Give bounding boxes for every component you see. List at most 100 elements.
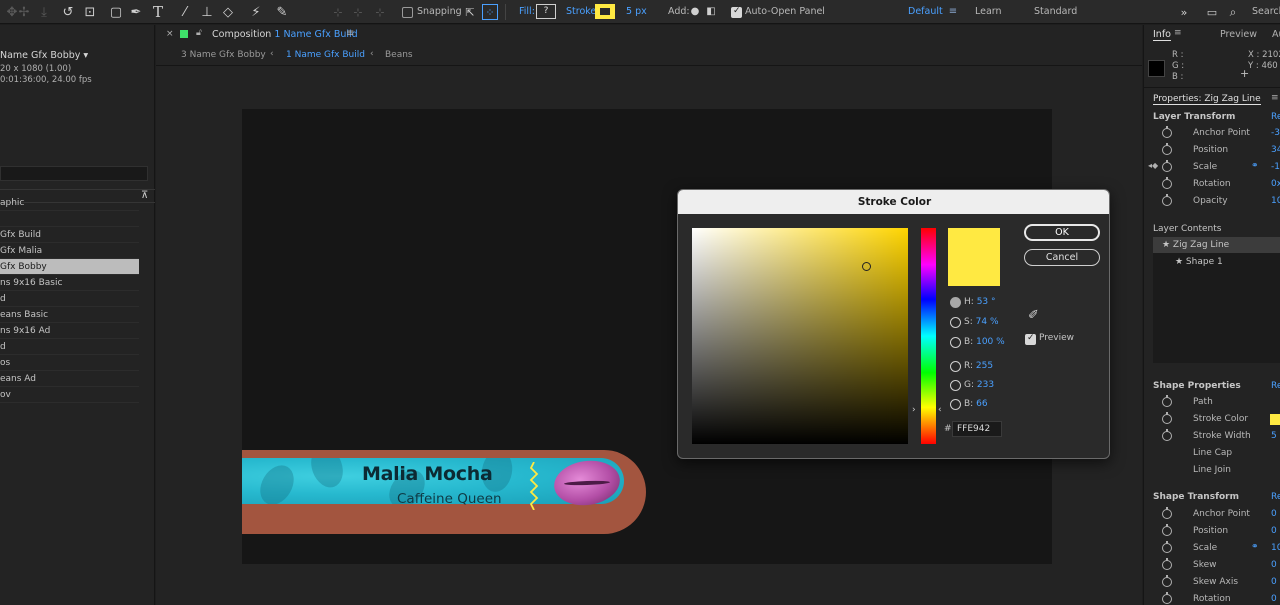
project-item[interactable]: ns 9x16 Basic [0, 275, 139, 291]
pen-tool-icon[interactable]: ✒ [128, 4, 144, 20]
stopwatch-icon[interactable] [1162, 592, 1172, 604]
property-row[interactable]: Opacity 10 [1144, 194, 1280, 211]
property-value[interactable]: -1 [1271, 162, 1280, 172]
stopwatch-icon[interactable] [1162, 575, 1172, 587]
property-value[interactable]: 0x [1271, 179, 1280, 189]
project-item[interactable]: Gfx Malia [0, 243, 139, 259]
close-tab-icon[interactable]: × [166, 29, 174, 39]
saturation-radio[interactable] [950, 317, 961, 328]
fill-label[interactable]: Fill: [519, 6, 535, 17]
property-row[interactable]: Stroke Width 5 [1144, 429, 1280, 446]
color-picker-cursor[interactable] [862, 262, 871, 271]
tab-info[interactable]: Info [1153, 29, 1171, 41]
project-item[interactable]: aphic [0, 195, 139, 211]
saturation-brightness-field[interactable] [692, 228, 908, 444]
eraser-tool-icon[interactable]: ◇ [220, 4, 236, 20]
tab-audio[interactable]: Au [1272, 29, 1280, 40]
property-row[interactable]: Rotation 0 [1144, 592, 1280, 605]
pan-behind-tool-icon[interactable]: ⊡ [82, 4, 98, 20]
property-row[interactable]: Position 34 [1144, 143, 1280, 160]
property-row[interactable]: Scale 10 ⚭ [1144, 541, 1280, 558]
stopwatch-icon[interactable] [1162, 541, 1172, 553]
axis-world-icon[interactable]: ⊹ [350, 4, 366, 20]
property-value[interactable]: 10 [1271, 543, 1280, 553]
stopwatch-icon[interactable] [1162, 412, 1172, 424]
project-item[interactable]: Gfx Build [0, 227, 139, 243]
stroke-swatch[interactable] [595, 4, 615, 19]
preview-checkbox[interactable] [1025, 333, 1036, 345]
property-value[interactable]: 0 [1271, 577, 1277, 587]
property-value[interactable]: 5 [1271, 431, 1277, 441]
workspace-learn[interactable]: Learn [975, 6, 1002, 17]
constrain-proportions-icon[interactable]: ⚭ [1251, 161, 1259, 171]
layer-transform-heading[interactable]: Layer Transform [1153, 112, 1235, 122]
stopwatch-icon[interactable] [1162, 395, 1172, 407]
project-search-input[interactable] [0, 166, 148, 181]
axis-view-icon[interactable]: ⊹ [372, 4, 388, 20]
clone-stamp-tool-icon[interactable]: ⊥ [199, 4, 215, 20]
add-property-icon[interactable]: ◧ [703, 4, 719, 20]
brush-tool-icon[interactable]: ⁄ [177, 4, 193, 20]
properties-menu-icon[interactable]: ≡ [1271, 93, 1279, 103]
stopwatch-icon[interactable] [1162, 126, 1172, 138]
ok-button[interactable]: OK [1024, 224, 1100, 241]
stroke-color-swatch[interactable] [1270, 414, 1280, 425]
contents-item-shape-1[interactable]: ★ Shape 1 [1153, 254, 1280, 270]
workspace-menu-icon[interactable]: ≡ [945, 4, 961, 20]
stopwatch-icon[interactable] [1162, 194, 1172, 206]
property-row[interactable]: Anchor Point -3 [1144, 126, 1280, 143]
brightness-radio[interactable] [950, 337, 961, 348]
contents-item-zig-zag-line[interactable]: ★ Zig Zag Line [1153, 237, 1280, 253]
fill-swatch[interactable]: ? [536, 4, 556, 19]
rotation-tool-icon[interactable]: ↺ [60, 4, 76, 20]
stopwatch-icon[interactable] [1162, 177, 1172, 189]
property-value[interactable]: 0 [1271, 526, 1277, 536]
stopwatch-icon[interactable] [1162, 160, 1172, 172]
flowchart-icon[interactable]: ⊼ [141, 190, 148, 201]
info-menu-icon[interactable]: ≡ [1174, 28, 1182, 38]
project-item[interactable]: d [0, 339, 139, 355]
workspace-standard[interactable]: Standard [1034, 6, 1077, 17]
hue-radio[interactable] [950, 297, 961, 308]
snap-edges-icon[interactable]: ⇱ [462, 4, 478, 20]
eyedropper-icon[interactable]: ✐ [1028, 308, 1039, 323]
workspace-default[interactable]: Default [908, 6, 943, 17]
stopwatch-icon[interactable] [1162, 143, 1172, 155]
zig-zag-line[interactable] [528, 462, 540, 510]
lower-third-graphic[interactable]: Malia Mocha Caffeine Queen [242, 450, 646, 534]
stopwatch-icon[interactable] [1162, 558, 1172, 570]
breadcrumb-item-1[interactable]: 1 Name Gfx Build [286, 50, 365, 60]
green-radio[interactable] [950, 380, 961, 391]
property-row[interactable]: Path [1144, 395, 1280, 412]
snap-features-icon[interactable]: ⁘ [482, 4, 498, 20]
property-row[interactable]: Line Join [1144, 463, 1280, 480]
stopwatch-icon[interactable] [1162, 507, 1172, 519]
zoom-tool-icon[interactable]: ✢ [16, 4, 32, 20]
shape-properties-heading[interactable]: Shape Properties [1153, 381, 1241, 391]
stopwatch-icon[interactable] [1162, 429, 1172, 441]
property-value[interactable]: -3 [1271, 128, 1280, 138]
breadcrumb-item-2[interactable]: Beans [385, 50, 413, 60]
property-row[interactable]: Skew Axis 0 [1144, 575, 1280, 592]
hex-input[interactable]: FFE942 [952, 421, 1002, 437]
project-item[interactable]: eans Basic [0, 307, 139, 323]
hue-slider-left-arrow-icon[interactable]: › [912, 405, 916, 415]
property-row[interactable]: Line Cap [1144, 446, 1280, 463]
project-item[interactable]: os [0, 355, 139, 371]
property-value[interactable]: 10 [1271, 196, 1280, 206]
tab-preview[interactable]: Preview [1220, 29, 1257, 40]
property-value[interactable]: 0 [1271, 560, 1277, 570]
property-value[interactable]: 0 [1271, 594, 1277, 604]
lock-icon[interactable]: 🔓︎ [196, 28, 202, 38]
layer-transform-reset[interactable]: Re [1271, 112, 1280, 122]
blue-radio[interactable] [950, 399, 961, 410]
hue-slider[interactable] [921, 228, 936, 444]
project-item[interactable]: ns 9x16 Ad [0, 323, 139, 339]
search-label[interactable]: Search [1252, 6, 1280, 17]
viewer-menu-icon[interactable]: ≡ [346, 28, 354, 39]
camera-tool-icon[interactable]: ⤓ [36, 4, 52, 20]
project-item[interactable]: ov [0, 387, 139, 403]
property-value[interactable]: 34 [1271, 145, 1280, 155]
axis-local-icon[interactable]: ⊹ [330, 4, 346, 20]
constrain-proportions-icon[interactable]: ⚭ [1251, 542, 1259, 552]
